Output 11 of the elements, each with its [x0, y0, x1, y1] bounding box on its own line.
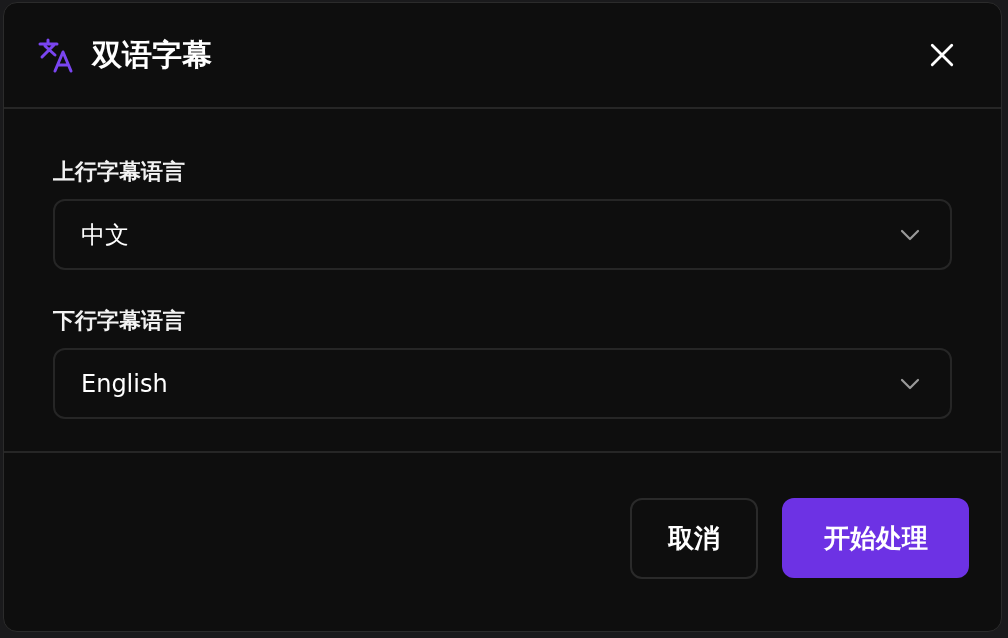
language-dropdown[interactable]: English — [53, 348, 952, 419]
field-label: 下行字幕语言 — [53, 308, 186, 334]
cancel-button[interactable]: 取消 — [630, 497, 758, 579]
translate-icon — [38, 37, 74, 73]
dialog-title: 双语字幕 — [92, 35, 213, 74]
chevron-down-icon — [900, 377, 920, 390]
field-label: 上行字幕语言 — [53, 159, 186, 185]
start-button[interactable]: 开始处理 — [782, 498, 969, 578]
close-icon[interactable] — [929, 42, 955, 68]
chevron-down-icon — [900, 228, 920, 241]
language-dropdown[interactable]: 中文 — [53, 199, 952, 270]
